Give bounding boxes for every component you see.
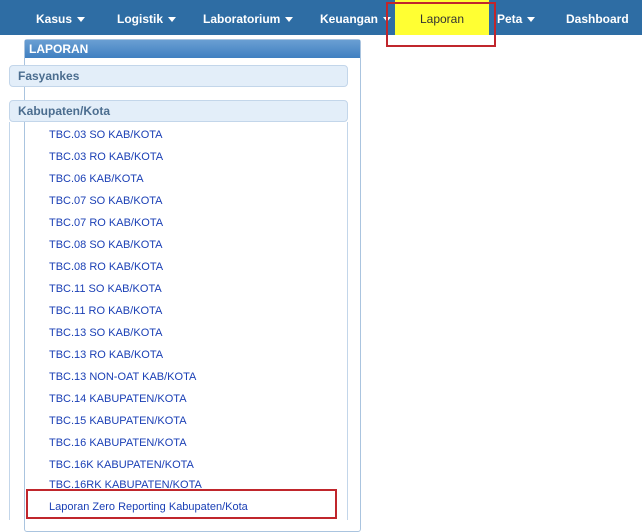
nav-peta[interactable]: Peta bbox=[497, 0, 536, 35]
nav-kasus[interactable]: Kasus bbox=[36, 0, 86, 35]
nav-keuangan[interactable]: Keuangan bbox=[320, 0, 392, 35]
report-link-tbc13-non-oat[interactable]: TBC.13 NON-OAT KAB/KOTA bbox=[49, 369, 196, 385]
report-link-tbc16k[interactable]: TBC.16K KABUPATEN/KOTA bbox=[49, 457, 194, 473]
report-link-tbc15[interactable]: TBC.15 KABUPATEN/KOTA bbox=[49, 413, 187, 429]
chevron-down-icon bbox=[285, 17, 294, 23]
chevron-down-icon bbox=[77, 17, 86, 23]
report-link-tbc11-ro[interactable]: TBC.11 RO KAB/KOTA bbox=[49, 303, 162, 319]
section-kabupaten-kota[interactable]: Kabupaten/Kota bbox=[9, 100, 348, 122]
section-fasyankes[interactable]: Fasyankes bbox=[9, 65, 348, 87]
report-link-tbc14[interactable]: TBC.14 KABUPATEN/KOTA bbox=[49, 391, 187, 407]
report-link-tbc08-so[interactable]: TBC.08 SO KAB/KOTA bbox=[49, 237, 163, 253]
nav-logistik[interactable]: Logistik bbox=[117, 0, 177, 35]
panel-title: LAPORAN bbox=[25, 40, 360, 58]
report-link-tbc08-ro[interactable]: TBC.08 RO KAB/KOTA bbox=[49, 259, 163, 275]
report-link-tbc13-ro[interactable]: TBC.13 RO KAB/KOTA bbox=[49, 347, 163, 363]
report-link-tbc16[interactable]: TBC.16 KABUPATEN/KOTA bbox=[49, 435, 187, 451]
report-link-tbc07-so[interactable]: TBC.07 SO KAB/KOTA bbox=[49, 193, 163, 209]
report-link-tbc07-ro[interactable]: TBC.07 RO KAB/KOTA bbox=[49, 215, 163, 231]
report-link-tbc16rk[interactable]: TBC.16RK KABUPATEN/KOTA bbox=[49, 477, 202, 493]
nav-kasus-label: Kasus bbox=[36, 12, 73, 26]
nav-logistik-label: Logistik bbox=[117, 12, 164, 26]
nav-laboratorium-label: Laboratorium bbox=[203, 12, 281, 26]
top-navbar: Kasus Logistik Laboratorium Keuangan Lap… bbox=[0, 0, 642, 35]
nav-laboratorium[interactable]: Laboratorium bbox=[203, 0, 294, 35]
report-link-tbc03-ro[interactable]: TBC.03 RO KAB/KOTA bbox=[49, 149, 163, 165]
nav-laporan-label: Laporan bbox=[419, 12, 465, 26]
report-link-tbc03-so[interactable]: TBC.03 SO KAB/KOTA bbox=[49, 127, 163, 143]
report-link-tbc11-so[interactable]: TBC.11 SO KAB/KOTA bbox=[49, 281, 162, 297]
nav-dashboard-label: Dashboard bbox=[566, 12, 629, 26]
report-link-tbc13-so[interactable]: TBC.13 SO KAB/KOTA bbox=[49, 325, 163, 341]
nav-keuangan-label: Keuangan bbox=[320, 12, 379, 26]
report-link-tbc06[interactable]: TBC.06 KAB/KOTA bbox=[49, 171, 144, 187]
nav-laporan[interactable]: Laporan bbox=[395, 0, 489, 35]
chevron-down-icon bbox=[527, 17, 536, 23]
chevron-down-icon bbox=[168, 17, 177, 23]
chevron-down-icon bbox=[383, 17, 392, 23]
report-link-zero-reporting[interactable]: Laporan Zero Reporting Kabupaten/Kota bbox=[49, 499, 248, 515]
nav-dashboard[interactable]: Dashboard bbox=[566, 0, 629, 35]
nav-peta-label: Peta bbox=[497, 12, 523, 26]
